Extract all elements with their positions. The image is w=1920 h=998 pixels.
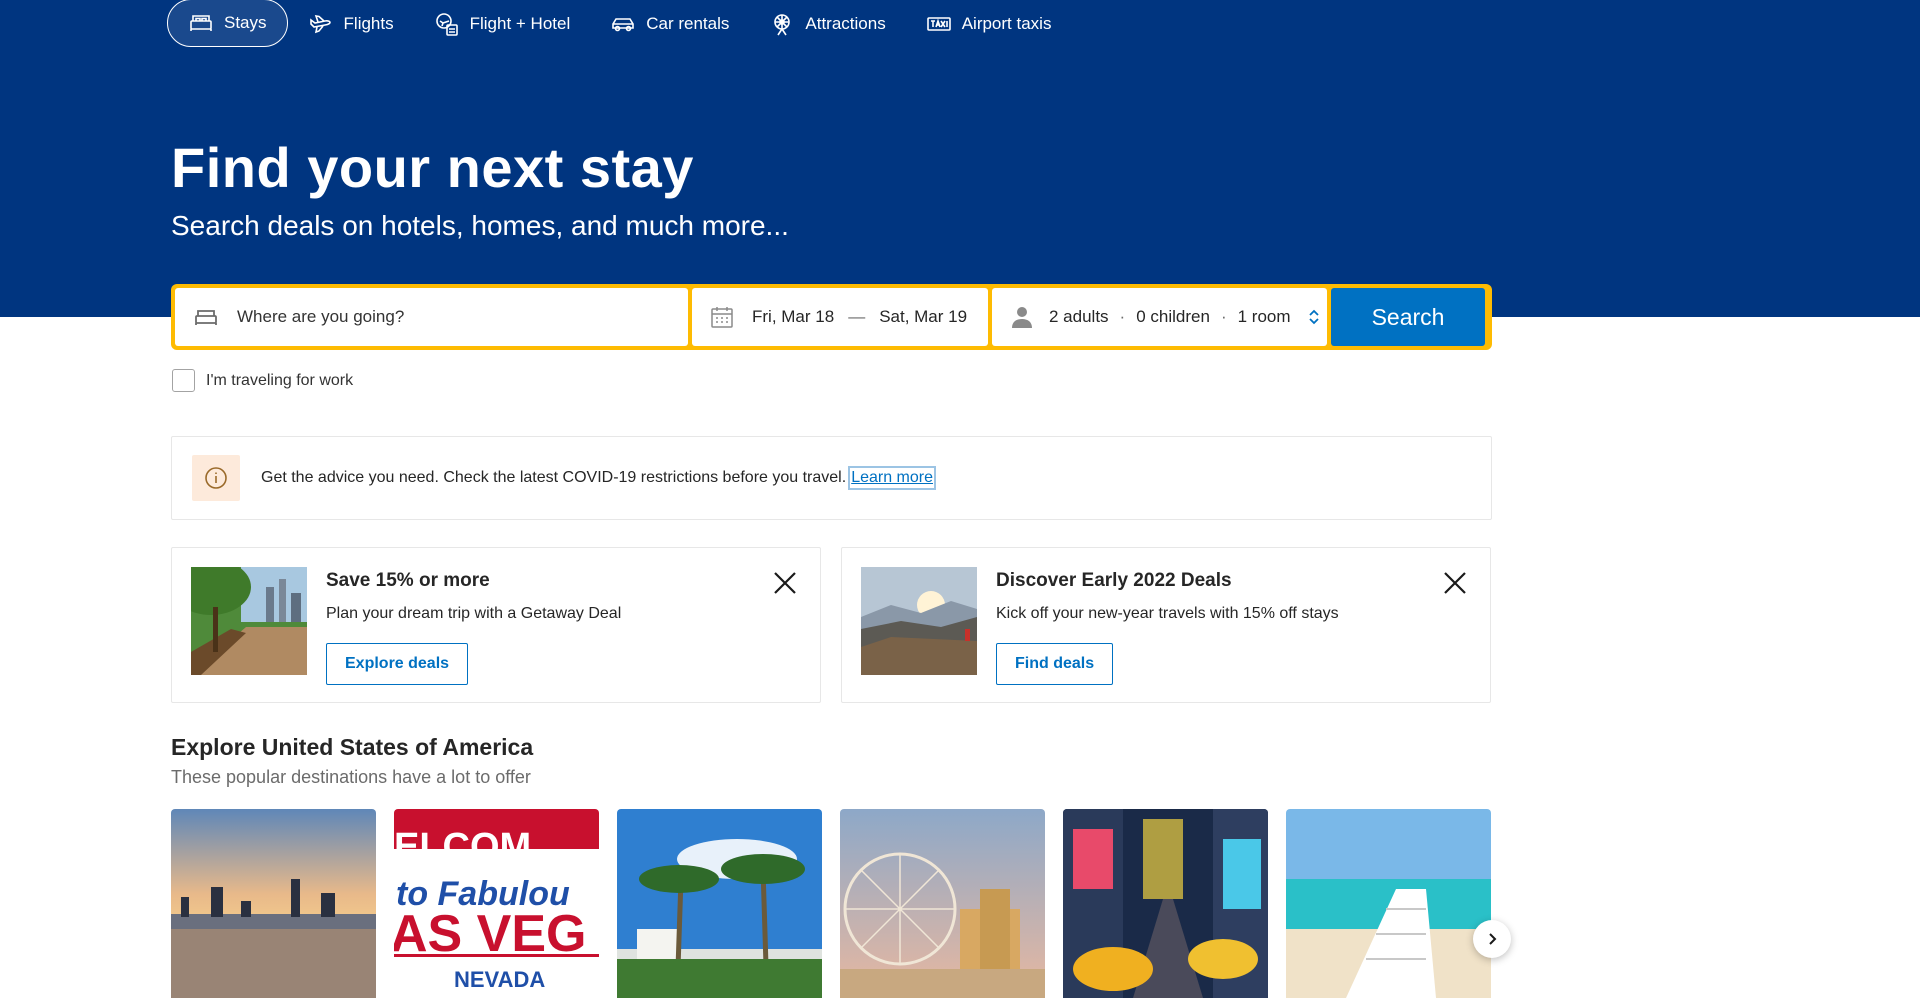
destination-card[interactable] <box>617 809 822 998</box>
chevron-right-icon <box>1489 933 1497 945</box>
checkout-date: Sat, Mar 19 <box>879 307 968 326</box>
sign-text: ELCOM <box>394 826 531 868</box>
bed-icon <box>195 310 217 325</box>
checkin-date: Fri, Mar 18 <box>752 307 835 326</box>
nav-airport-taxis-label: Airport taxis <box>961 14 1052 33</box>
page-title: Find your next stay <box>171 136 694 199</box>
destination-carousel: ELCOM to Fabulou AS VEG NEVADA <box>171 809 1493 998</box>
date-separator: — <box>848 307 866 326</box>
page-subtitle: Search deals on hotels, homes, and much … <box>171 210 789 241</box>
top-navigation: Stays Flights Flight + Hotel Car rentals… <box>167 0 1071 48</box>
destination-card[interactable] <box>1286 809 1491 998</box>
promo-card: Discover Early 2022 Deals Kick off your … <box>841 547 1491 703</box>
nav-attractions-label: Attractions <box>805 14 886 33</box>
nav-flight-hotel[interactable]: Flight + Hotel <box>414 0 591 48</box>
covid-banner: Get the advice you need. Check the lates… <box>171 436 1492 520</box>
close-icon[interactable] <box>1440 568 1470 598</box>
learn-more-link[interactable]: Learn more <box>848 466 937 490</box>
rooms-count: 1 room <box>1237 307 1291 326</box>
nav-stays-label: Stays <box>224 13 267 32</box>
nav-flights[interactable]: Flights <box>288 0 414 48</box>
close-icon[interactable] <box>770 568 800 598</box>
checkbox[interactable] <box>172 369 195 392</box>
dot-separator: · <box>1119 307 1126 326</box>
taxi-icon <box>926 17 951 31</box>
sign-text: NEVADA <box>454 967 545 992</box>
promo-title: Save 15% or more <box>326 570 490 591</box>
promo-image-mountain <box>861 567 977 675</box>
dot-separator: · <box>1220 307 1227 326</box>
promo-card: Save 15% or more Plan your dream trip wi… <box>171 547 821 703</box>
flight-hotel-icon <box>435 13 458 36</box>
nav-airport-taxis[interactable]: Airport taxis <box>906 0 1072 48</box>
promo-title: Discover Early 2022 Deals <box>996 570 1232 591</box>
date-picker[interactable]: Fri, Mar 18 — Sat, Mar 19 <box>692 288 988 346</box>
destination-card[interactable]: ELCOM to Fabulou AS VEG NEVADA <box>394 809 599 998</box>
info-icon <box>192 455 240 501</box>
plane-icon <box>309 14 331 34</box>
work-travel-checkbox[interactable]: I'm traveling for work <box>172 369 353 392</box>
car-icon <box>612 18 635 32</box>
person-icon <box>1012 307 1032 328</box>
up-down-chevron-icon <box>1308 309 1319 325</box>
explore-title: Explore United States of America <box>171 734 534 760</box>
nav-stays[interactable]: Stays <box>167 0 288 47</box>
explore-subtitle: These popular destinations have a lot to… <box>171 767 531 787</box>
children-count: 0 children <box>1136 307 1210 326</box>
destination-placeholder: Where are you going? <box>237 307 405 326</box>
guests-selector[interactable]: 2 adults · 0 children · 1 room <box>992 288 1327 346</box>
promo-image-park-bench <box>191 567 307 675</box>
destination-card[interactable] <box>840 809 1045 998</box>
nav-attractions[interactable]: Attractions <box>749 0 905 48</box>
sign-text: AS VEG <box>394 905 587 963</box>
attractions-icon <box>774 14 791 36</box>
destination-card[interactable] <box>171 809 376 998</box>
nav-flights-label: Flights <box>343 14 394 33</box>
covid-text: Get the advice you need. Check the lates… <box>261 469 847 486</box>
destination-input[interactable]: Where are you going? <box>175 288 688 346</box>
bed-icon <box>190 15 212 31</box>
nav-flight-hotel-label: Flight + Hotel <box>469 14 571 33</box>
promo-subtitle: Kick off your new-year travels with 15% … <box>996 605 1339 622</box>
explore-deals-button[interactable]: Explore deals <box>326 643 469 685</box>
work-travel-label: I'm traveling for work <box>206 371 354 389</box>
carousel-next-button[interactable] <box>1473 920 1511 958</box>
nav-car-rentals-label: Car rentals <box>646 14 730 33</box>
find-deals-button[interactable]: Find deals <box>996 643 1114 685</box>
calendar-icon <box>711 307 733 328</box>
search-button[interactable]: Search <box>1331 288 1485 346</box>
search-bar: Where are you going? Fri, Mar 18 — Sat, … <box>171 284 1492 350</box>
promo-subtitle: Plan your dream trip with a Getaway Deal <box>326 605 622 622</box>
nav-car-rentals[interactable]: Car rentals <box>590 0 749 48</box>
adults-count: 2 adults <box>1049 307 1109 326</box>
destination-card[interactable] <box>1063 809 1268 998</box>
